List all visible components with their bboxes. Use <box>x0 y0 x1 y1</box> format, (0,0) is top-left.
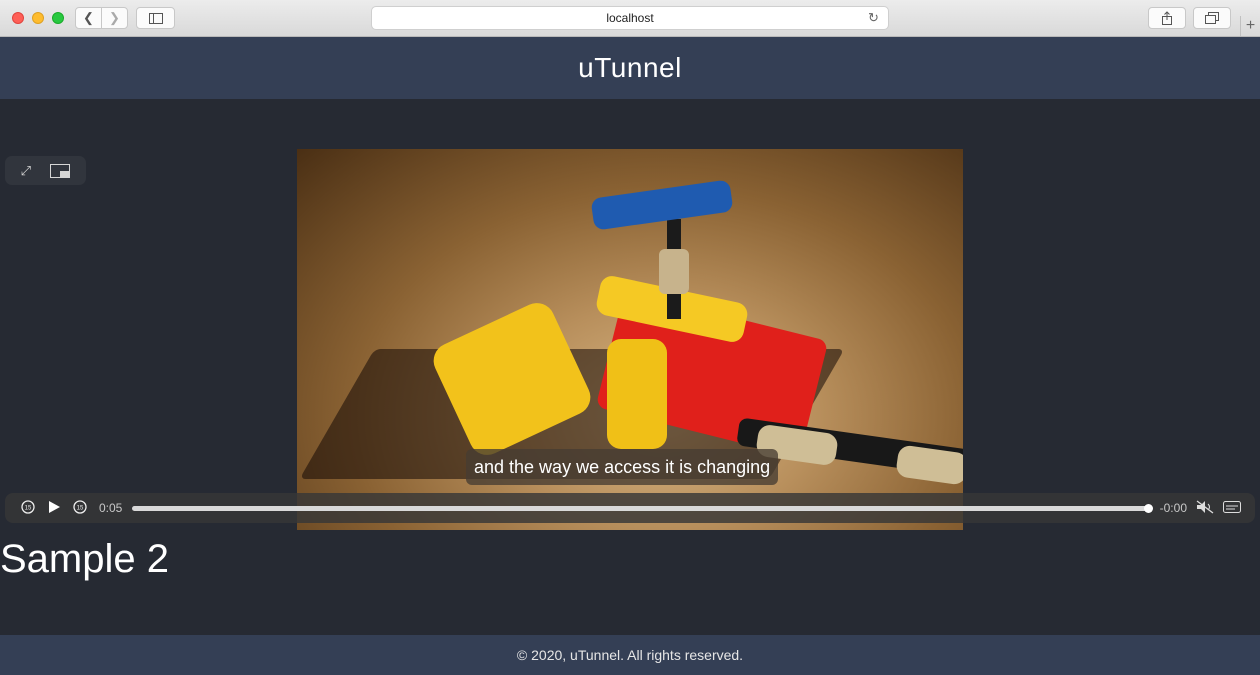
video-overlay-controls: ⤢ <box>5 156 86 185</box>
reload-icon[interactable]: ↻ <box>868 11 882 25</box>
chevron-right-icon: ❯ <box>109 10 120 25</box>
site-footer: © 2020, uTunnel. All rights reserved. <box>0 635 1260 675</box>
close-window-button[interactable] <box>12 12 24 24</box>
current-time: 0:05 <box>99 501 123 515</box>
svg-text:15: 15 <box>77 505 84 511</box>
back-button[interactable]: ❮ <box>75 7 102 29</box>
picture-in-picture-icon[interactable] <box>50 163 71 178</box>
remaining-time: -0:00 <box>1159 501 1187 515</box>
mute-icon[interactable] <box>1193 499 1219 517</box>
forward-button[interactable]: ❯ <box>101 7 128 29</box>
fullscreen-icon[interactable]: ⤢ <box>21 163 31 179</box>
zoom-window-button[interactable] <box>52 12 64 24</box>
svg-text:15: 15 <box>25 505 32 511</box>
tabs-icon <box>1205 12 1219 24</box>
site-title: uTunnel <box>578 52 682 83</box>
chevron-left-icon: ❮ <box>83 10 94 25</box>
copyright-text: © 2020, uTunnel. All rights reserved. <box>516 647 744 663</box>
video-scene-part <box>659 249 689 294</box>
skip-back-15-icon[interactable]: 15 <box>15 499 41 518</box>
plus-icon: + <box>1245 17 1256 34</box>
skip-forward-15-icon[interactable]: 15 <box>67 499 93 518</box>
browser-toolbar: ❮ ❯ localhost ↻ + <box>0 0 1260 37</box>
captions-icon[interactable] <box>1219 500 1245 516</box>
share-icon <box>1162 11 1172 25</box>
video-scene-part <box>590 179 734 231</box>
share-button[interactable] <box>1148 7 1186 29</box>
video-scene-part <box>607 339 667 449</box>
show-tabs-button[interactable] <box>1193 7 1231 29</box>
site-header: uTunnel <box>0 37 1260 99</box>
address-text: localhost <box>606 11 654 25</box>
sample-title: Sample 2 <box>0 537 169 581</box>
progress-scrubber[interactable] <box>132 503 1153 513</box>
scrubber-knob[interactable] <box>1143 503 1153 513</box>
address-bar[interactable]: localhost ↻ <box>371 6 889 30</box>
sidebar-icon <box>148 12 163 24</box>
video-controls: 15 15 0:05 -0:00 <box>5 493 1255 523</box>
sidebar-toggle-button[interactable] <box>136 7 175 29</box>
new-tab-button[interactable]: + <box>1240 16 1260 36</box>
main-content: ⤢ <box>0 99 1260 635</box>
video-caption: and the way we access it is changing <box>466 449 779 485</box>
minimize-window-button[interactable] <box>32 12 44 24</box>
play-icon[interactable] <box>41 500 67 517</box>
